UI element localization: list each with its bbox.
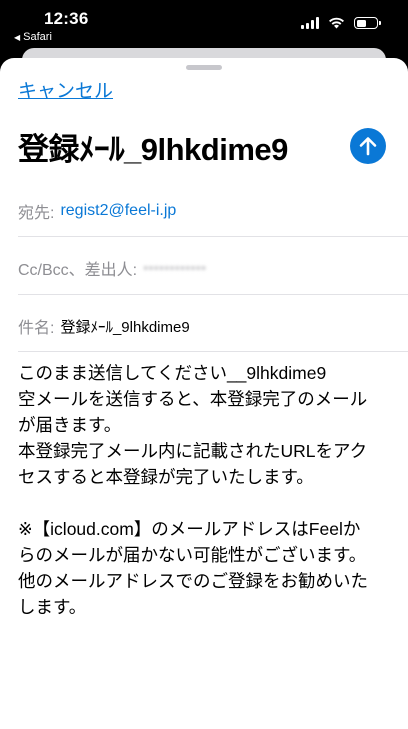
subject-field[interactable]: 件名: 登録ﾒｰﾙ_9lhkdime9	[18, 314, 408, 338]
screen: 12:36 ◀ Safari キャンセル 登録ﾒｰﾙ_9lhkdime9 宛先:…	[0, 0, 408, 729]
cc-bcc-from-value: ••••••••••••	[143, 259, 207, 277]
sheet-grabber[interactable]	[186, 65, 222, 70]
body-line: します。	[18, 597, 87, 617]
status-time: 12:36	[44, 9, 89, 28]
compose-title: 登録ﾒｰﾙ_9lhkdime9	[18, 132, 288, 167]
message-body[interactable]: このまま送信してください__9lhkdime9 空メールを送信すると、本登録完了…	[18, 360, 392, 620]
status-icons	[301, 17, 381, 29]
subject-label: 件名:	[18, 320, 55, 337]
cc-bcc-from-label: Cc/Bcc、差出人:	[18, 262, 138, 279]
back-app-label: Safari	[23, 31, 52, 43]
compose-sheet: キャンセル 登録ﾒｰﾙ_9lhkdime9 宛先: regist2@feel-i…	[0, 58, 408, 729]
battery-icon	[354, 17, 381, 29]
body-blank-line	[18, 490, 392, 516]
cellular-signal-icon	[301, 17, 319, 29]
cc-bcc-from-field[interactable]: Cc/Bcc、差出人: ••••••••••••	[18, 256, 408, 280]
divider	[18, 294, 408, 295]
subject-value[interactable]: 登録ﾒｰﾙ_9lhkdime9	[60, 316, 189, 337]
wifi-icon	[329, 17, 344, 29]
cancel-button[interactable]: キャンセル	[18, 76, 113, 103]
body-line: 空メールを送信すると、本登録完了のメール	[18, 389, 368, 409]
divider	[18, 236, 408, 237]
body-line: このまま送信してください__9lhkdime9	[18, 363, 327, 383]
to-field[interactable]: 宛先: regist2@feel-i.jp	[18, 199, 408, 223]
to-recipient[interactable]: regist2@feel-i.jp	[60, 202, 176, 220]
status-bar: 12:36 ◀ Safari	[0, 0, 408, 48]
body-line: 他のメールアドレスでのご登録をお勧めいた	[18, 571, 368, 591]
body-line: セスすると本登録が完了いたします。	[18, 467, 314, 487]
back-triangle-icon: ◀	[14, 32, 21, 42]
body-line: らのメールが届かない可能性がございます。	[18, 545, 367, 565]
arrow-up-icon	[359, 137, 377, 156]
body-line: ※【icloud.com】のメールアドレスはFeelか	[18, 519, 361, 539]
back-to-app-link[interactable]: ◀ Safari	[14, 31, 52, 43]
send-button[interactable]	[350, 128, 386, 164]
body-line: が届きます。	[18, 415, 122, 435]
to-label: 宛先:	[18, 205, 55, 222]
divider	[18, 351, 408, 352]
body-line: 本登録完了メール内に記載されたURLをアク	[18, 441, 368, 461]
